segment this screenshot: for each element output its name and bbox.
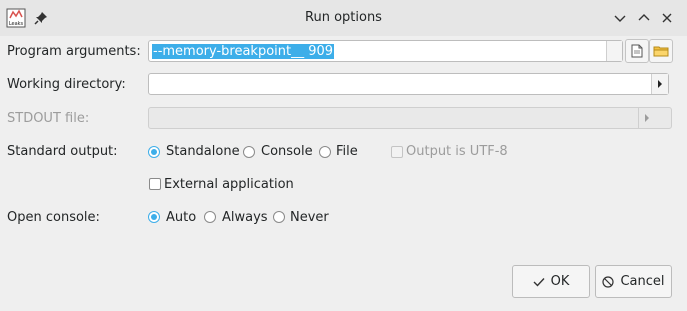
program-arguments-scroll[interactable] [606,41,622,61]
working-directory-label: Working directory: [7,77,126,92]
file-icon [631,44,643,58]
never-option-label[interactable]: Never [290,210,329,225]
utf8-checkbox [391,146,403,158]
browse-folder-button[interactable] [649,39,673,63]
cancel-icon [602,275,615,288]
program-arguments-input[interactable]: --memory-breakpoint__ 909 [148,40,623,62]
auto-radio[interactable] [148,211,160,223]
ok-button-label: OK [550,274,570,289]
window-title: Run options [305,10,382,25]
stdout-file-input [148,107,672,129]
open-console-label: Open console: [7,210,100,225]
arrow-right-icon [658,80,662,88]
stdout-file-label: STDOUT file: [7,111,90,126]
standalone-option-label[interactable]: Standalone [166,144,240,159]
utf8-label: Output is UTF-8 [406,144,508,159]
external-application-checkbox[interactable] [149,178,161,190]
ok-button[interactable]: OK [512,265,590,298]
working-directory-input[interactable] [148,73,669,95]
always-option-label[interactable]: Always [222,210,268,225]
console-radio[interactable] [243,146,255,158]
always-radio[interactable] [204,211,216,223]
close-icon[interactable] [659,10,675,26]
maximize-icon[interactable] [636,10,652,26]
working-directory-dropdown[interactable] [651,74,668,94]
open-file-button[interactable] [625,39,649,63]
file-option-label[interactable]: File [336,144,358,159]
cancel-button[interactable]: Cancel [595,265,672,298]
minimize-icon[interactable] [612,10,628,26]
title-bar: Leaks Run options [0,0,687,36]
auto-option-label[interactable]: Auto [166,210,196,225]
standard-output-label: Standard output: [7,144,118,159]
program-arguments-label: Program arguments: [7,44,141,59]
standalone-radio[interactable] [148,146,160,158]
external-application-label[interactable]: External application [164,177,294,192]
program-arguments-value: --memory-breakpoint__ 909 [152,44,335,59]
checkmark-icon [533,277,545,287]
never-radio[interactable] [273,211,285,223]
file-radio[interactable] [319,146,331,158]
cancel-button-label: Cancel [620,274,665,289]
folder-icon [653,46,669,57]
stdout-file-dropdown [638,108,655,128]
console-option-label[interactable]: Console [261,144,313,159]
arrow-right-icon [645,114,649,122]
